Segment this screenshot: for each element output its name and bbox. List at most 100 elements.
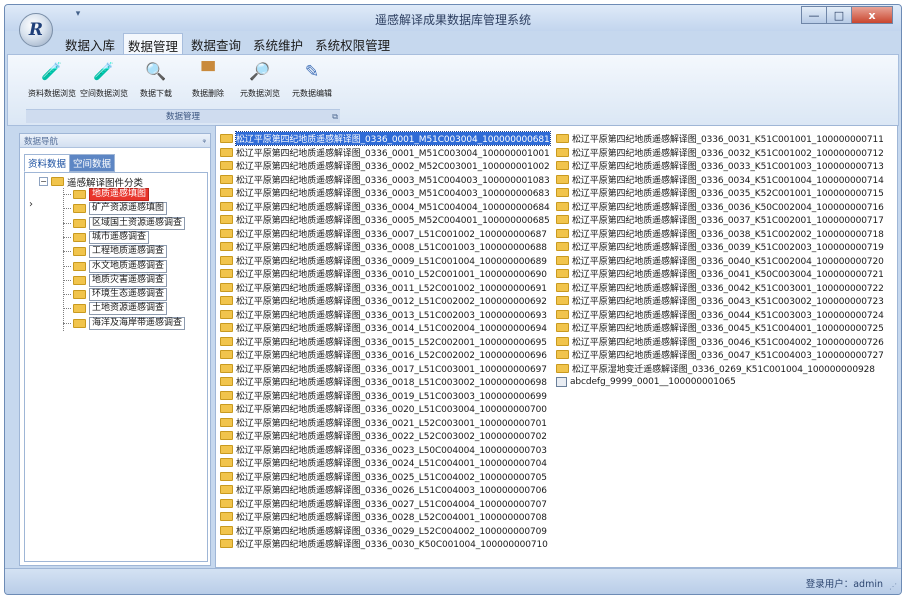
file-list-item[interactable]: 松辽平原第四纪地质遥感解译图_0336_0045_K51C004001_1000… <box>556 321 884 335</box>
file-list-item[interactable]: 松辽平原第四纪地质遥感解译图_0336_0001_M51C003004_1000… <box>220 146 550 160</box>
nav-tab-1[interactable]: 空间数据 <box>69 154 116 172</box>
file-list-item[interactable]: 松辽平原第四纪地质遥感解译图_0336_0019_L51C003003_1000… <box>220 389 550 403</box>
spatial-browse-icon: 🧪 <box>93 62 115 82</box>
file-list-item[interactable]: 松辽平原第四纪地质遥感解译图_0336_0037_K51C002001_1000… <box>556 213 884 227</box>
file-list-item[interactable]: 松辽平原第四纪地质遥感解译图_0336_0028_L52C004001_1000… <box>220 510 550 524</box>
file-list-item[interactable]: 松辽平原第四纪地质遥感解译图_0336_0033_K51C001003_1000… <box>556 159 884 173</box>
file-list-item[interactable]: 松辽平原第四纪地质遥感解译图_0336_0025_L51C004002_1000… <box>220 470 550 484</box>
ribbon-button-0[interactable]: 🧪 资料数据浏览 <box>26 57 78 103</box>
file-list-item[interactable]: 松辽平原第四纪地质遥感解译图_0336_0031_K51C001001_1000… <box>556 132 884 146</box>
file-list-item[interactable]: 松辽平原第四纪地质遥感解译图_0336_0015_L52C002001_1000… <box>220 335 550 349</box>
file-list-item[interactable]: 松辽平原第四纪地质遥感解译图_0336_0017_L51C003001_1000… <box>220 362 550 376</box>
file-name: 松辽平原第四纪地质遥感解译图_0336_0008_L51C001003_1000… <box>236 243 547 254</box>
file-list-item[interactable]: 松辽平原第四纪地质遥感解译图_0336_0032_K51C001002_1000… <box>556 146 884 160</box>
tree-item[interactable]: 地质灾害遥感调查 <box>63 273 168 287</box>
file-column-2: 松辽平原第四纪地质遥感解译图_0336_0031_K51C001001_1000… <box>556 132 884 389</box>
file-list-item[interactable]: 松辽平原第四纪地质遥感解译图_0336_0014_L51C002004_1000… <box>220 321 550 335</box>
file-list-item[interactable]: 松辽平原第四纪地质遥感解译图_0336_0024_L51C004001_1000… <box>220 456 550 470</box>
file-list-item[interactable]: 松辽平原第四纪地质遥感解译图_0336_0010_L52C001001_1000… <box>220 267 550 281</box>
tree-item[interactable]: 工程地质遥感调查 <box>63 245 168 259</box>
folder-icon <box>220 350 233 360</box>
tree-item[interactable]: 土地资源遥感调查 <box>63 302 168 316</box>
file-list-item[interactable]: 松辽平原第四纪地质遥感解译图_0336_0009_L51C001004_1000… <box>220 254 550 268</box>
file-list-item[interactable]: abcdefg_9999_0001__100000001065 <box>556 375 884 389</box>
menu-item-0[interactable]: 数据入库 <box>61 33 119 55</box>
file-list-item[interactable]: 松辽平原第四纪地质遥感解译图_0336_0003_M51C004003_1000… <box>220 186 550 200</box>
file-list-item[interactable]: 松辽平原第四纪地质遥感解译图_0336_0007_L51C001002_1000… <box>220 227 550 241</box>
pin-icon[interactable]: ᵩ <box>202 135 206 145</box>
dialog-launcher-icon[interactable]: ⧉ <box>332 112 338 122</box>
tree-item[interactable]: 矿产资源遥感填图 <box>63 202 168 216</box>
folder-icon <box>220 269 233 279</box>
file-list-item[interactable]: 松辽平原第四纪地质遥感解译图_0336_0042_K51C003001_1000… <box>556 281 884 295</box>
metadata-edit-icon: ✎ <box>304 62 320 82</box>
menu-item-2[interactable]: 数据查询 <box>187 33 245 55</box>
file-list-item[interactable]: 松辽平原第四纪地质遥感解译图_0336_0046_K51C004002_1000… <box>556 335 884 349</box>
folder-icon <box>220 215 233 225</box>
nav-tab-0[interactable]: 资料数据 <box>24 154 71 172</box>
tree-item[interactable]: 区域国土资源遥感调查 <box>63 216 186 230</box>
maximize-button[interactable]: □ <box>826 6 852 24</box>
folder-icon <box>556 201 569 211</box>
tree-item[interactable]: 海洋及海岸带遥感调查 <box>63 316 186 330</box>
menu-item-1[interactable]: 数据管理 <box>123 33 184 55</box>
file-name: 松辽平原第四纪地质遥感解译图_0336_0014_L51C002004_1000… <box>236 324 547 335</box>
file-list-item[interactable]: 松辽平原第四纪地质遥感解译图_0336_0011_L52C001002_1000… <box>220 281 550 295</box>
file-list-item[interactable]: 松辽平原第四纪地质遥感解译图_0336_0012_L51C002002_1000… <box>220 294 550 308</box>
file-list-item[interactable]: 松辽平原第四纪地质遥感解译图_0336_0044_K51C003003_1000… <box>556 308 884 322</box>
close-button[interactable]: x <box>851 6 893 24</box>
quick-access-dropdown-icon[interactable]: ▾ <box>71 9 85 23</box>
file-list-item[interactable]: 松辽平原第四纪地质遥感解译图_0336_0040_K51C002004_1000… <box>556 254 884 268</box>
file-list-item[interactable]: 松辽平原第四纪地质遥感解译图_0336_0030_K50C001004_1000… <box>220 537 550 551</box>
menu-item-4[interactable]: 系统权限管理 <box>311 33 394 55</box>
tree-root[interactable]: − 遥感解译图件分类 <box>39 175 144 189</box>
folder-icon <box>220 323 233 333</box>
ribbon-button-2[interactable]: 🔍 数据下载 <box>130 57 182 103</box>
ribbon-button-4[interactable]: 🔎 元数据浏览 <box>234 57 286 103</box>
resize-grip-icon[interactable]: ⋰ <box>889 582 897 591</box>
file-list-item[interactable]: 松辽平原第四纪地质遥感解译图_0336_0029_L52C004002_1000… <box>220 524 550 538</box>
file-list-item[interactable]: 松辽平原第四纪地质遥感解译图_0336_0020_L51C003004_1000… <box>220 402 550 416</box>
file-list-item[interactable]: 松辽平原湿地变迁遥感解译图_0336_0269_K51C001004_10000… <box>556 362 884 376</box>
file-list-item[interactable]: 松辽平原第四纪地质遥感解译图_0336_0038_K51C002002_1000… <box>556 227 884 241</box>
file-list-item[interactable]: 松辽平原第四纪地质遥感解译图_0336_0004_M51C004004_1000… <box>220 200 550 214</box>
file-name: 松辽平原第四纪地质遥感解译图_0336_0007_L51C001002_1000… <box>236 229 547 240</box>
file-list-item[interactable]: 松辽平原第四纪地质遥感解译图_0336_0002_M52C003001_1000… <box>220 159 550 173</box>
menu-item-3[interactable]: 系统维护 <box>249 33 307 55</box>
file-list-item[interactable]: 松辽平原第四纪地质遥感解译图_0336_0021_L52C003001_1000… <box>220 416 550 430</box>
file-list-item[interactable]: 松辽平原第四纪地质遥感解译图_0336_0018_L51C003002_1000… <box>220 375 550 389</box>
file-list-item[interactable]: 松辽平原第四纪地质遥感解译图_0336_0013_L51C002003_1000… <box>220 308 550 322</box>
file-list-item[interactable]: 松辽平原第四纪地质遥感解译图_0336_0001_M51C003004_1000… <box>220 131 551 147</box>
file-list-item[interactable]: 松辽平原第四纪地质遥感解译图_0336_0003_M51C004003_1000… <box>220 173 550 187</box>
minimize-button[interactable]: — <box>801 6 827 24</box>
file-list-item[interactable]: 松辽平原第四纪地质遥感解译图_0336_0041_K50C003004_1000… <box>556 267 884 281</box>
app-menu-button[interactable]: R <box>19 13 53 47</box>
file-list-item[interactable]: 松辽平原第四纪地质遥感解译图_0336_0036_K50C002004_1000… <box>556 200 884 214</box>
file-list-item[interactable]: 松辽平原第四纪地质遥感解译图_0336_0047_K51C004003_1000… <box>556 348 884 362</box>
file-list-item[interactable]: 松辽平原第四纪地质遥感解译图_0336_0034_K51C001004_1000… <box>556 173 884 187</box>
tree-root-label: 遥感解译图件分类 <box>67 177 144 189</box>
file-list-item[interactable]: 松辽平原第四纪地质遥感解译图_0336_0035_K52C001001_1000… <box>556 186 884 200</box>
file-list-item[interactable]: 松辽平原第四纪地质遥感解译图_0336_0016_L52C002002_1000… <box>220 348 550 362</box>
folder-icon <box>556 228 569 238</box>
file-list-item[interactable]: 松辽平原第四纪地质遥感解译图_0336_0023_L50C004004_1000… <box>220 443 550 457</box>
app-logo: R <box>28 20 44 40</box>
file-name: 松辽平原第四纪地质遥感解译图_0336_0024_L51C004001_1000… <box>236 459 547 470</box>
ribbon-button-1[interactable]: 🧪 空间数据浏览 <box>78 57 130 103</box>
file-list-item[interactable]: 松辽平原第四纪地质遥感解译图_0336_0043_K51C003002_1000… <box>556 294 884 308</box>
file-list-item[interactable]: 松辽平原第四纪地质遥感解译图_0336_0027_L51C004004_1000… <box>220 497 550 511</box>
file-list-item[interactable]: 松辽平原第四纪地质遥感解译图_0336_0026_L51C004003_1000… <box>220 483 550 497</box>
tree-item[interactable]: 环境生态遥感调查 <box>63 288 168 302</box>
file-list-item[interactable]: 松辽平原第四纪地质遥感解译图_0336_0039_K51C002003_1000… <box>556 240 884 254</box>
ribbon-button-3[interactable]: ▀ 数据删除 <box>182 57 234 103</box>
tree-item[interactable]: 水文地质遥感调查 <box>63 259 168 273</box>
folder-icon <box>220 417 233 427</box>
file-name: 松辽平原第四纪地质遥感解译图_0336_0032_K51C001002_1000… <box>572 148 884 159</box>
file-list-item[interactable]: 松辽平原第四纪地质遥感解译图_0336_0008_L51C001003_1000… <box>220 240 550 254</box>
tree-item[interactable]: 城市遥感调查 <box>63 230 150 244</box>
collapse-icon[interactable]: − <box>39 177 48 186</box>
file-list-item[interactable]: 松辽平原第四纪地质遥感解译图_0336_0022_L52C003002_1000… <box>220 429 550 443</box>
ribbon-button-5[interactable]: ✎ 元数据编辑 <box>286 57 338 103</box>
file-list-item[interactable]: 松辽平原第四纪地质遥感解译图_0336_0005_M52C004001_1000… <box>220 213 550 227</box>
tree-item[interactable]: 地质遥感填图 <box>63 188 150 201</box>
